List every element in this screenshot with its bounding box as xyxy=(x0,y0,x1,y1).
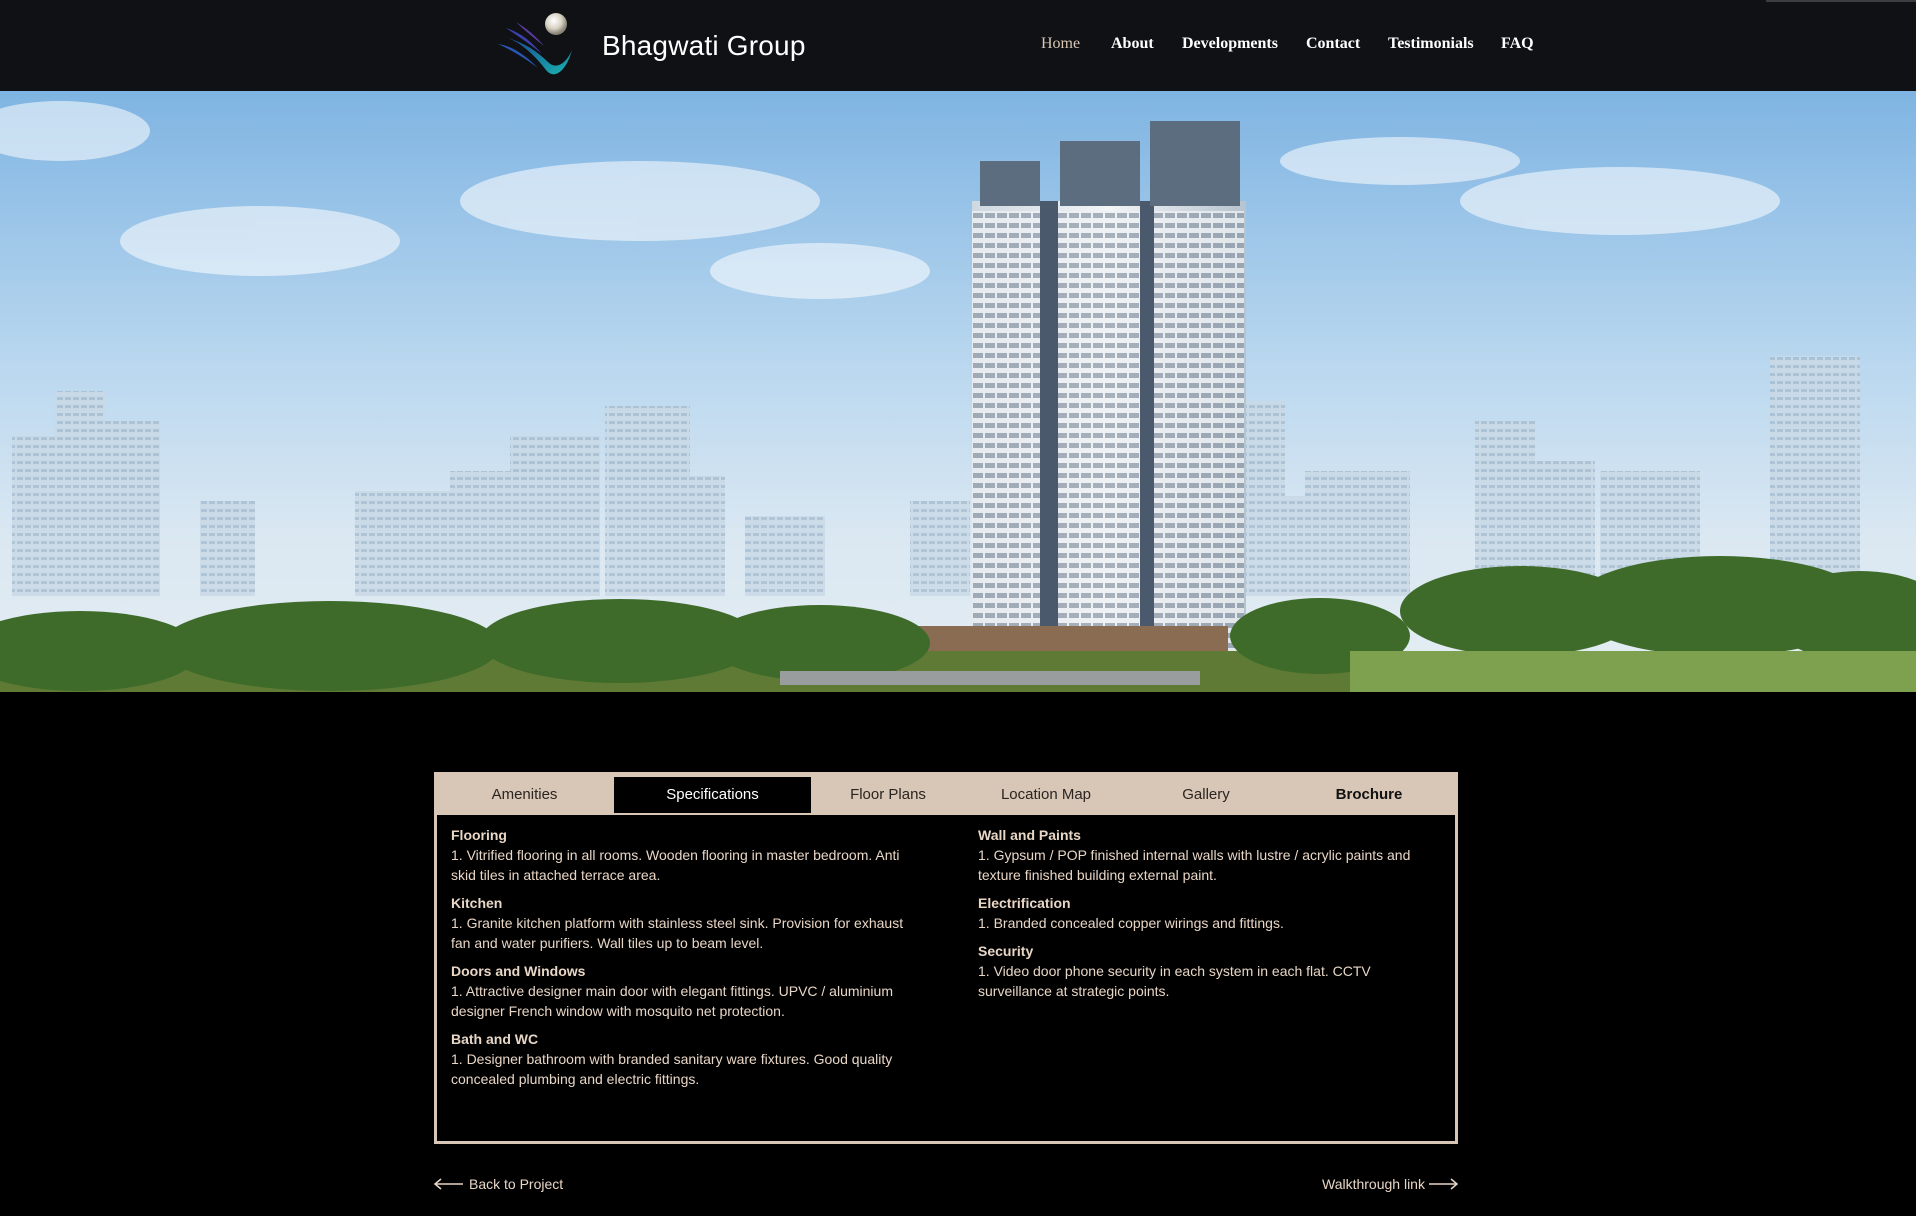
spec-title: Wall and Paints xyxy=(978,827,1081,843)
spec-title: Security xyxy=(978,943,1034,959)
back-link-label: Back to Project xyxy=(469,1176,564,1192)
main-nav: Home About Developments Contact Testimon… xyxy=(0,35,1916,59)
spec-flooring: Flooring 1. Vitrified flooring in all ro… xyxy=(451,825,911,885)
back-to-project-link[interactable]: Back to Project xyxy=(433,1176,563,1192)
spec-text: 1. Video door phone security in each sys… xyxy=(978,963,1371,999)
spec-text: 1. Branded concealed copper wirings and … xyxy=(978,915,1284,931)
project-details-panel: Amenities Specifications Floor Plans Loc… xyxy=(434,772,1458,1144)
spec-text: 1. Vitrified flooring in all rooms. Wood… xyxy=(451,847,900,883)
walkthrough-link-label: Walkthrough link xyxy=(1322,1176,1425,1192)
tab-bar: Amenities Specifications Floor Plans Loc… xyxy=(437,775,1455,815)
spec-title: Bath and WC xyxy=(451,1031,539,1047)
nav-developments[interactable]: Developments xyxy=(1182,35,1278,53)
nav-about[interactable]: About xyxy=(1111,35,1154,53)
spec-text: 1. Attractive designer main door with el… xyxy=(451,983,893,1019)
nav-contact[interactable]: Contact xyxy=(1306,35,1360,53)
site-header: Bhagwati Group Home About Developments C… xyxy=(0,0,1916,91)
spec-title: Electrification xyxy=(978,895,1071,911)
nav-home[interactable]: Home xyxy=(1041,35,1080,53)
arrow-left-icon xyxy=(433,1178,463,1190)
spec-kitchen: Kitchen 1. Granite kitchen platform with… xyxy=(451,893,911,953)
specs-right-column: Wall and Paints 1. Gypsum / POP finished… xyxy=(978,825,1438,1009)
spec-text: 1. Granite kitchen platform with stainle… xyxy=(451,915,904,951)
spec-text: 1. Gypsum / POP finished internal walls … xyxy=(978,847,1411,883)
tab-gallery[interactable]: Gallery xyxy=(1129,775,1283,815)
spec-bath-wc: Bath and WC 1. Designer bathroom with br… xyxy=(451,1029,911,1089)
spec-title: Kitchen xyxy=(451,895,503,911)
arrow-right-icon xyxy=(1428,1178,1459,1190)
tab-floor-plans[interactable]: Floor Plans xyxy=(813,775,963,815)
tower-skyline-illustration xyxy=(0,91,1916,692)
nav-faq[interactable]: FAQ xyxy=(1501,35,1534,53)
tab-specifications[interactable]: Specifications xyxy=(612,775,813,815)
hero-banner-image xyxy=(0,91,1916,692)
spec-title: Flooring xyxy=(451,827,507,843)
nav-testimonials[interactable]: Testimonials xyxy=(1388,35,1474,53)
walkthrough-link[interactable]: Walkthrough link xyxy=(1322,1176,1459,1192)
tab-location-map[interactable]: Location Map xyxy=(963,775,1129,815)
spec-text: 1. Designer bathroom with branded sanita… xyxy=(451,1051,893,1087)
spec-title: Doors and Windows xyxy=(451,963,586,979)
tab-amenities[interactable]: Amenities xyxy=(437,775,612,815)
spec-doors-windows: Doors and Windows 1. Attractive designer… xyxy=(451,961,911,1021)
header-divider xyxy=(1766,0,1916,2)
spec-electrification: Electrification 1. Branded concealed cop… xyxy=(978,893,1438,933)
spec-security: Security 1. Video door phone security in… xyxy=(978,941,1438,1001)
spec-wall-paints: Wall and Paints 1. Gypsum / POP finished… xyxy=(978,825,1438,885)
tab-brochure[interactable]: Brochure xyxy=(1283,775,1455,815)
specs-left-column: Flooring 1. Vitrified flooring in all ro… xyxy=(451,825,911,1097)
